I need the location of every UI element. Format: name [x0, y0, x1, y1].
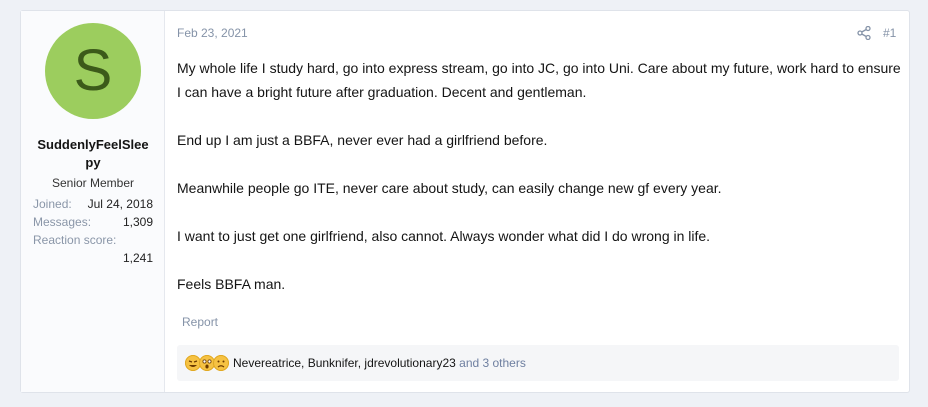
stat-value: 1,241 [122, 251, 153, 265]
post-number-link[interactable]: #1 [883, 26, 896, 40]
reactors-more-link[interactable]: and 3 others [459, 356, 526, 370]
stat-value: Jul 24, 2018 [87, 197, 153, 211]
reactions-bar[interactable]: Nevereatrice, Bunknifer, jdrevolutionary… [177, 345, 899, 381]
post-paragraph: My whole life I study hard, go into expr… [177, 60, 901, 100]
share-icon[interactable] [857, 26, 871, 40]
avatar-letter: S [73, 38, 113, 103]
user-sidebar: S SuddenlyFeelSlee py Senior Member Joine… [21, 11, 165, 392]
post-container: S SuddenlyFeelSlee py Senior Member Joine… [20, 10, 910, 393]
username-link[interactable]: SuddenlyFeelSlee py [31, 136, 155, 172]
reaction-emojis[interactable] [185, 355, 231, 371]
avatar[interactable]: S [45, 23, 141, 119]
stat-label: Reaction score: [33, 233, 117, 247]
stat-label: Messages: [33, 215, 92, 229]
stat-reaction-score: Reaction score: 1,241 [33, 231, 153, 267]
stat-value: 1,309 [122, 215, 153, 229]
stat-joined: Joined: Jul 24, 2018 [33, 195, 153, 213]
frown-emoji-icon [213, 355, 229, 371]
reactor-names[interactable]: Nevereatrice, Bunknifer, jdrevolutionary… [233, 356, 456, 370]
user-title: Senior Member [51, 176, 135, 190]
report-link[interactable]: Report [182, 315, 218, 329]
post-paragraph: Meanwhile people go ITE, never care abou… [177, 180, 722, 196]
stat-messages: Messages: 1,309 [33, 213, 153, 231]
post-date-link[interactable]: Feb 23, 2021 [177, 26, 248, 40]
reactors-list[interactable]: Nevereatrice, Bunknifer, jdrevolutionary… [233, 356, 526, 370]
stat-label: Joined: [33, 197, 72, 211]
post-paragraph: I want to just get one girlfriend, also … [177, 228, 711, 244]
post-paragraph: Feels BBFA man. [177, 276, 286, 292]
post-paragraph: End up I am just a BBFA, never ever had … [177, 132, 548, 148]
post-body: My whole life I study hard, go into expr… [177, 56, 902, 320]
